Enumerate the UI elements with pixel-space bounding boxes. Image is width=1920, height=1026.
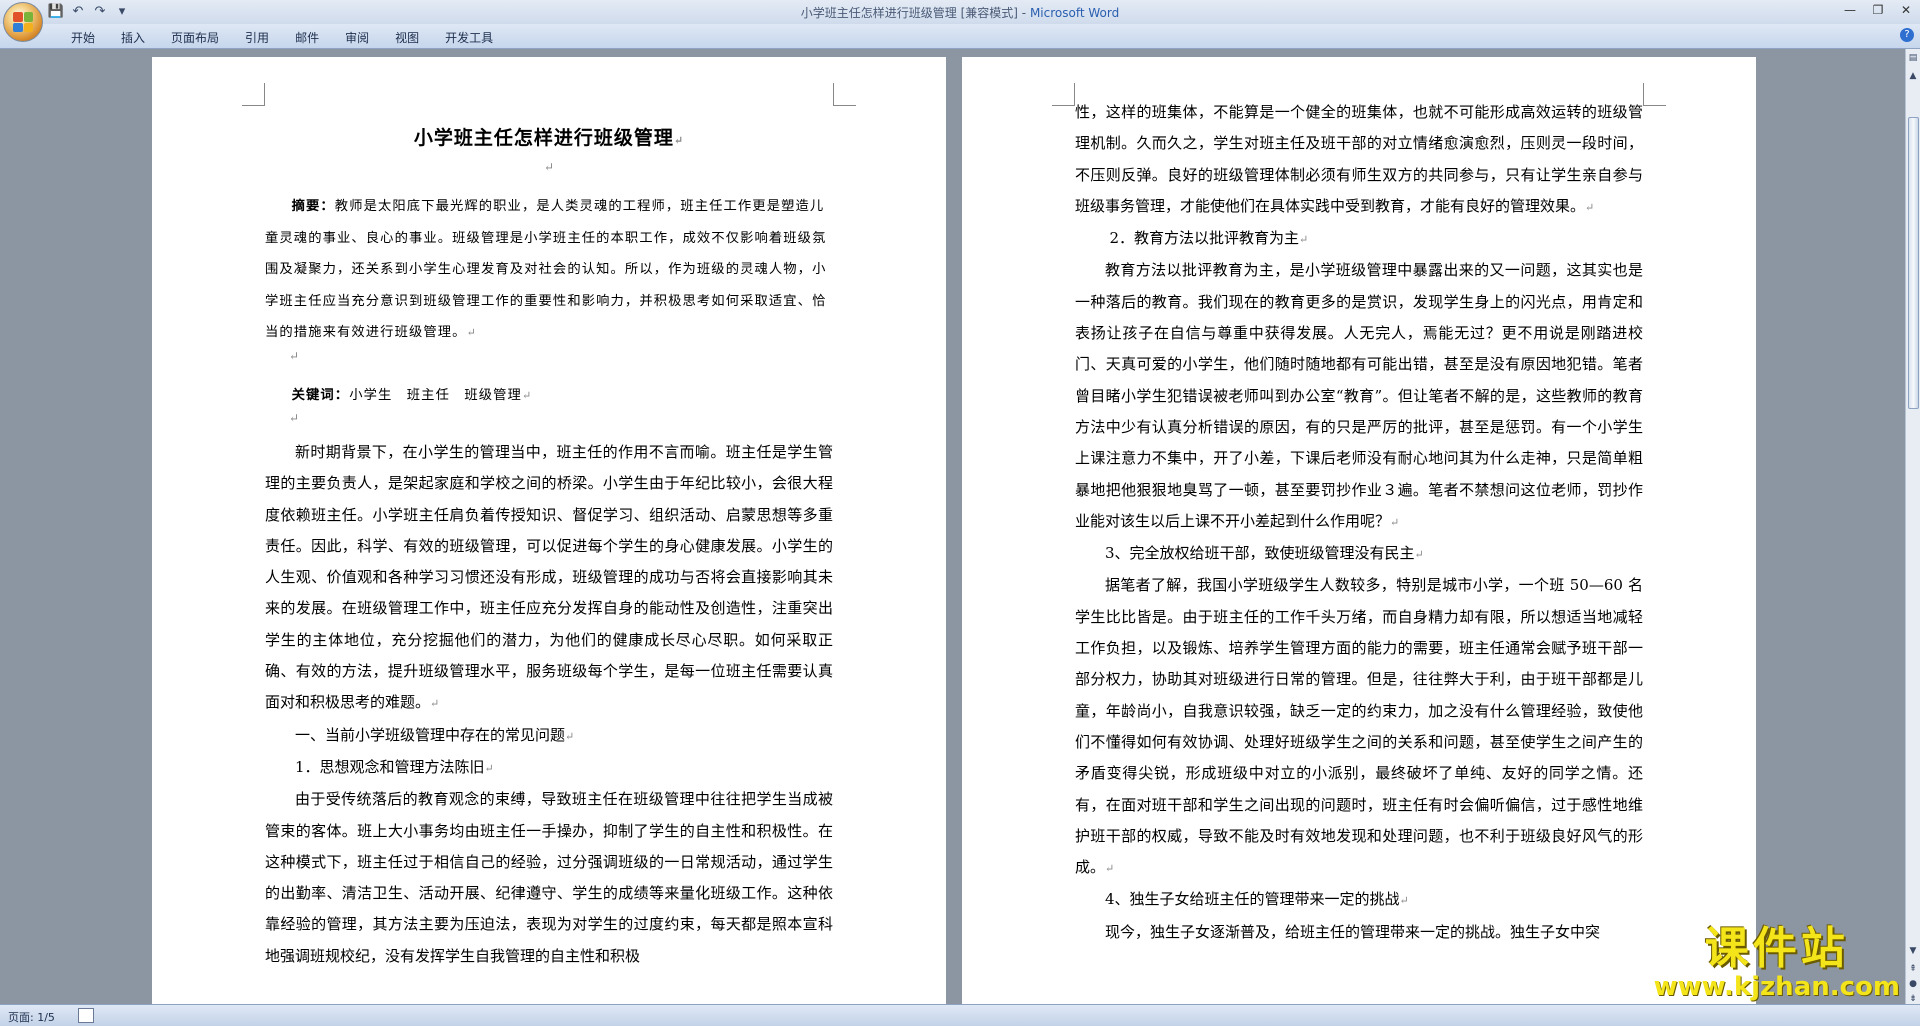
subsection-heading: 4、独生子女给班主任的管理带来一定的挑战↵ — [1105, 890, 1409, 909]
scrollbar-thumb[interactable] — [1908, 117, 1919, 409]
tab-home[interactable]: 开始 — [58, 29, 108, 46]
keywords-paragraph: 关键词：小学生 班主任 班级管理↵ — [291, 387, 533, 403]
tab-view[interactable]: 视图 — [382, 29, 432, 46]
ribbon-tabs: 开始 插入 页面布局 引用 邮件 审阅 视图 开发工具 — [58, 29, 506, 46]
page-1: 小学班主任怎样进行班级管理↵ ↵ 摘要：教师是太阳底下最光辉的职业，是人类灵魂的… — [152, 57, 946, 1004]
browse-object-icon[interactable]: ● — [1907, 977, 1919, 991]
vertical-scrollbar[interactable]: ▤ ▲ ▼ ⇞ ● ⇟ — [1905, 49, 1920, 1004]
subsection-heading: 1．思想观念和管理方法陈旧↵ — [295, 757, 494, 776]
tab-page-layout[interactable]: 页面布局 — [158, 29, 232, 46]
empty-paragraph: ↵ — [289, 411, 300, 425]
status-bar: 页面: 1/5 — [0, 1004, 1920, 1026]
abstract-paragraph: 摘要：教师是太阳底下最光辉的职业，是人类灵魂的工程师，班主任工作更是塑造儿童灵魂… — [265, 199, 827, 340]
document-title: 小学班主任怎样进行班级管理 [兼容模式] — [800, 6, 1018, 20]
close-icon[interactable]: ✕ — [1892, 0, 1920, 20]
tab-insert[interactable]: 插入 — [108, 29, 158, 46]
title-bar: 💾 ↶ ↷ ▾ 小学班主任怎样进行班级管理 [兼容模式] - Microsoft… — [0, 0, 1920, 24]
empty-paragraph: ↵ — [543, 160, 555, 174]
watermark-url: www.kjzhan.com — [1653, 972, 1900, 1002]
previous-page-icon[interactable]: ⇞ — [1907, 962, 1919, 976]
page-indicator[interactable]: 页面: 1/5 — [8, 1009, 55, 1025]
minimize-icon[interactable]: — — [1836, 0, 1864, 20]
ruler-toggle-icon[interactable]: ▤ — [1907, 51, 1919, 65]
subsection-heading: 2．教育方法以批评教育为主↵ — [1109, 229, 1309, 248]
empty-paragraph: ↵ — [289, 348, 300, 363]
crop-mark — [1052, 83, 1075, 106]
body-paragraph: 据笔者了解，我国小学班级学生人数较多，特别是城市小学，一个班 50—60 名学生… — [1075, 576, 1643, 877]
tab-developer[interactable]: 开发工具 — [432, 29, 506, 46]
ribbon: 开始 插入 页面布局 引用 邮件 审阅 视图 开发工具 ? — [0, 24, 1920, 49]
section-heading: 一、当前小学班级管理中存在的常见问题↵ — [295, 725, 575, 744]
office-logo-icon — [13, 12, 33, 32]
crop-mark — [1643, 83, 1666, 106]
site-watermark: 课件站 www.kjzhan.com — [1653, 923, 1900, 1002]
document-area: 小学班主任怎样进行班级管理↵ ↵ 摘要：教师是太阳底下最光辉的职业，是人类灵魂的… — [0, 49, 1906, 1004]
subsection-heading: 3、完全放权给班干部，致使班级管理没有民主↵ — [1105, 544, 1424, 563]
title-separator: - — [1017, 6, 1030, 20]
document-heading: 小学班主任怎样进行班级管理↵ — [413, 127, 685, 149]
office-button[interactable] — [3, 2, 43, 42]
window-title: 小学班主任怎样进行班级管理 [兼容模式] - Microsoft Word — [0, 4, 1920, 21]
window-controls: — ❐ ✕ — [1836, 0, 1920, 20]
page-2-content[interactable]: 性，这样的班集体，不能算是一个健全的班集体，也就不可能形成高效运转的班级管理机制… — [1075, 97, 1643, 948]
crop-mark — [242, 83, 265, 106]
proofing-icon[interactable] — [78, 1008, 94, 1023]
app-name: Microsoft Word — [1029, 6, 1120, 20]
watermark-logo: 课件站 — [1704, 923, 1849, 974]
scroll-up-icon[interactable]: ▲ — [1907, 69, 1919, 83]
help-icon[interactable]: ? — [1900, 28, 1914, 42]
crop-mark — [833, 83, 856, 106]
body-paragraph: 由于受传统落后的教育观念的束缚，导致班主任在班级管理中往往把学生当成被管束的客体… — [265, 790, 833, 965]
tab-references[interactable]: 引用 — [232, 29, 282, 46]
scroll-down-icon[interactable]: ▼ — [1907, 944, 1919, 958]
body-paragraph: 教育方法以批评教育为主，是小学班级管理中暴露出来的又一问题，这其实也是一种落后的… — [1075, 261, 1643, 530]
page-1-content[interactable]: 小学班主任怎样进行班级管理↵ ↵ 摘要：教师是太阳底下最光辉的职业，是人类灵魂的… — [265, 57, 833, 972]
page-2: 性，这样的班集体，不能算是一个健全的班集体，也就不可能形成高效运转的班级管理机制… — [962, 57, 1756, 1004]
tab-mailings[interactable]: 邮件 — [282, 29, 332, 46]
intro-paragraph: 新时期背景下，在小学生的管理当中，班主任的作用不言而喻。班主任是学生管理的主要负… — [265, 443, 833, 712]
body-paragraph: 现今，独生子女逐渐普及，给班主任的管理带来一定的挑战。独生子女中突 — [1105, 922, 1601, 941]
restore-icon[interactable]: ❐ — [1864, 0, 1892, 20]
body-paragraph: 性，这样的班集体，不能算是一个健全的班集体，也就不可能形成高效运转的班级管理机制… — [1075, 103, 1643, 215]
tab-review[interactable]: 审阅 — [332, 29, 382, 46]
